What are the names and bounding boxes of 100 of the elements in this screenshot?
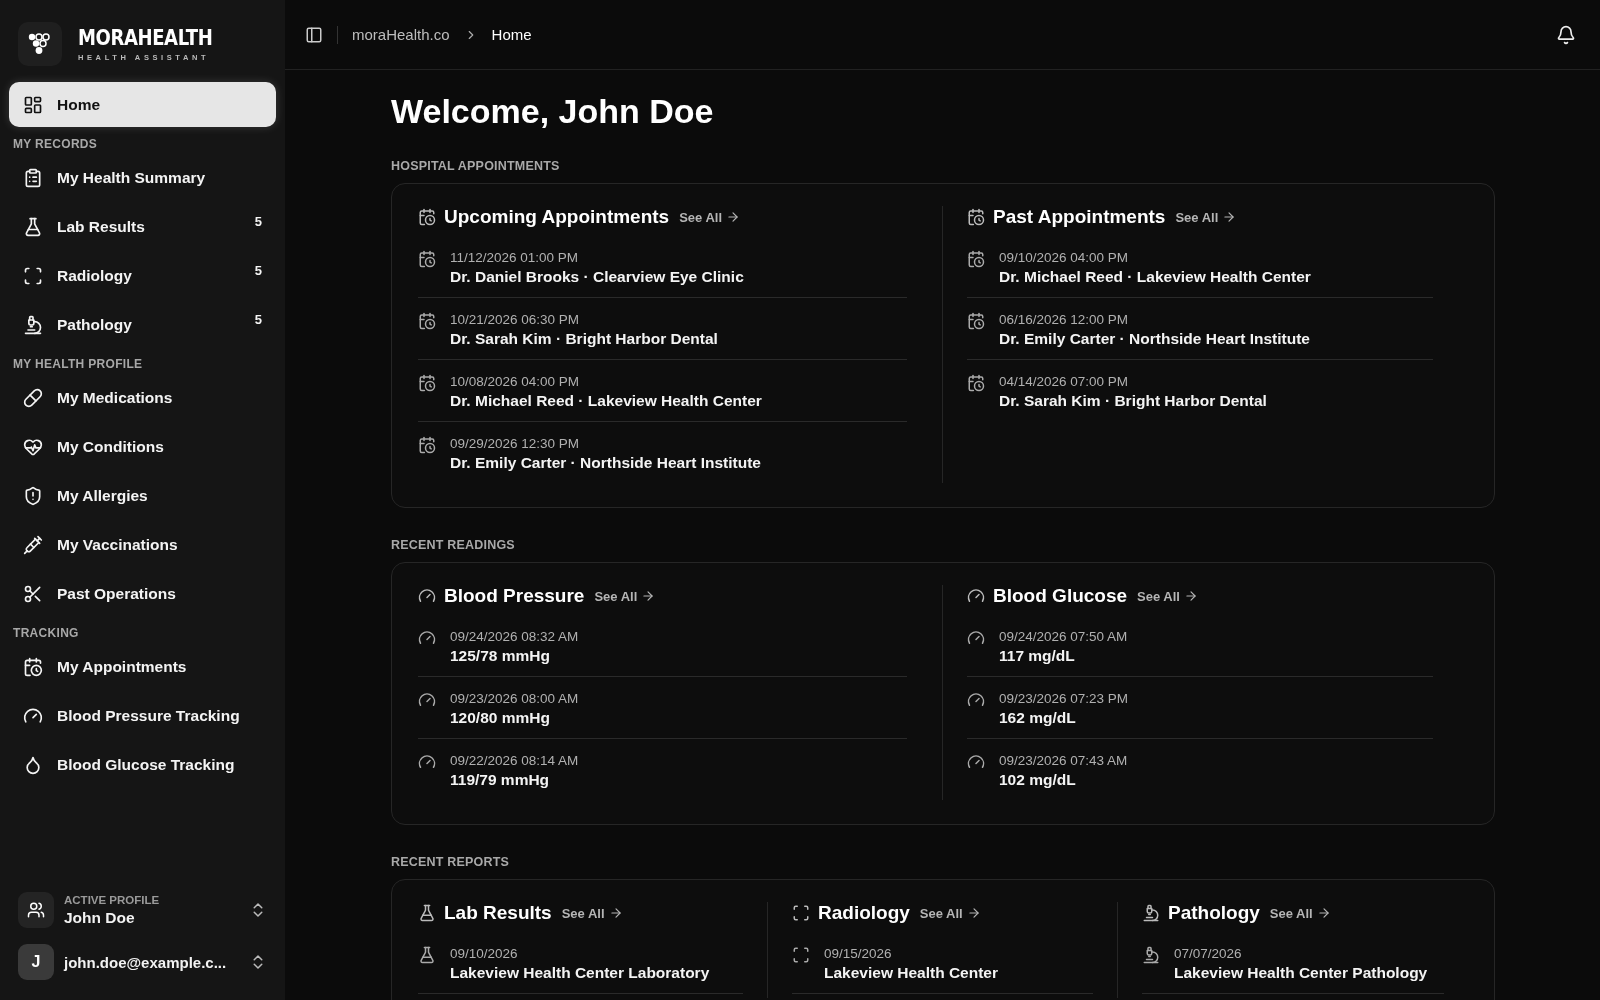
welcome-title: Welcome, John Doe — [391, 92, 715, 131]
item-count: 5 — [254, 263, 262, 278]
shield-alert-icon — [23, 485, 43, 506]
nav-item[interactable]: Past Operations — [9, 571, 276, 616]
gauge-icon — [967, 753, 985, 771]
nav-section-title: MY RECORDS — [12, 136, 99, 153]
microscope-icon — [1142, 946, 1160, 964]
logo-icon — [27, 31, 53, 57]
row-date: 09/10/2026 — [450, 946, 519, 961]
row-detail: Lakeview Health Center Pathology — [1174, 964, 1428, 982]
row-detail: 117 mg/dL — [999, 647, 1076, 665]
see-all-link[interactable]: See All — [1269, 905, 1331, 921]
gauge-icon — [967, 629, 985, 647]
nav-item[interactable]: Blood Glucose Tracking — [9, 742, 276, 787]
syringe-icon — [23, 534, 43, 555]
row-detail: Dr. Sarah Kim · Bright Harbor Dental — [450, 330, 718, 348]
row-detail: 102 mg/dL — [999, 771, 1077, 789]
row-detail: Dr. Emily Carter · Northside Heart Institute — [999, 330, 1310, 348]
users-icon — [27, 901, 45, 919]
avatar: J — [18, 944, 54, 980]
panel-title: Upcoming Appointments — [444, 206, 670, 228]
calendar-clock-icon — [418, 208, 436, 226]
row-detail: Dr. Michael Reed · Lakeview Health Center — [450, 392, 762, 410]
calendar-clock-icon — [418, 374, 436, 392]
row-detail: Dr. Michael Reed · Lakeview Health Center — [999, 268, 1311, 286]
dashboard-icon — [23, 94, 43, 115]
calendar-clock-icon — [418, 436, 436, 454]
row-detail: Lakeview Health Center — [824, 964, 998, 982]
see-all-link[interactable]: See All — [919, 905, 981, 921]
heart-pulse-icon — [23, 436, 43, 457]
panel-title: Blood Glucose — [993, 585, 1128, 607]
row-date: 10/21/2026 06:30 PM — [450, 312, 581, 327]
panel-title: Blood Pressure — [444, 585, 585, 607]
gauge-icon — [418, 753, 436, 771]
see-all-link[interactable]: See All — [594, 588, 656, 604]
sidebar-toggle-icon[interactable] — [305, 25, 323, 44]
section-label: RECENT REPORTS — [391, 855, 511, 869]
nav-item[interactable]: Home — [9, 82, 276, 127]
row-date: 11/12/2026 01:00 PM — [450, 250, 580, 265]
calendar-clock-icon — [23, 656, 43, 677]
nav-item[interactable]: Lab Results 5 — [9, 204, 276, 249]
section-label: RECENT READINGS — [391, 538, 516, 552]
flask-icon — [23, 216, 43, 237]
arrow-right-icon — [608, 906, 623, 920]
row-date: 06/16/2026 12:00 PM — [999, 312, 1130, 327]
gauge-icon — [967, 691, 985, 709]
arrow-right-icon — [1222, 210, 1237, 224]
droplet-icon — [23, 754, 43, 775]
flask-icon — [418, 904, 436, 922]
calendar-clock-icon — [967, 374, 985, 392]
row-date: 04/14/2026 07:00 PM — [999, 374, 1130, 389]
panel-title: Radiology — [818, 902, 910, 924]
item-count: 5 — [254, 214, 262, 229]
row-detail: 125/78 mmHg — [450, 647, 551, 665]
nav-item[interactable]: My Vaccinations — [9, 522, 276, 567]
row-detail: Dr. Emily Carter · Northside Heart Institute — [450, 454, 761, 472]
nav-item[interactable]: My Medications — [9, 375, 276, 420]
scan-frame-icon — [792, 946, 810, 964]
row-date: 09/15/2026 — [824, 946, 893, 961]
nav-item[interactable]: My Allergies — [9, 473, 276, 518]
nav-item[interactable]: My Appointments — [9, 644, 276, 689]
panel-title: Pathology — [1168, 902, 1260, 924]
pill-icon — [23, 387, 43, 408]
profile-caption: ACTIVE PROFILE — [64, 893, 161, 906]
breadcrumb-link[interactable]: Home — [491, 26, 532, 43]
nav-item[interactable]: Blood Pressure Tracking — [9, 693, 276, 738]
calendar-clock-icon — [418, 312, 436, 330]
panel-title: Past Appointments — [993, 206, 1166, 228]
microscope-icon — [1142, 904, 1160, 922]
item-count: 5 — [254, 312, 262, 327]
row-detail: 162 mg/dL — [999, 709, 1077, 727]
see-all-link[interactable]: See All — [1137, 588, 1198, 604]
arrow-right-icon — [726, 210, 741, 224]
see-all-link[interactable]: See All — [679, 209, 741, 225]
gauge-icon — [418, 629, 436, 647]
row-detail: Dr. Daniel Brooks · Clearview Eye Clinic — [450, 268, 744, 286]
calendar-clock-icon — [418, 250, 436, 268]
row-date: 09/23/2026 07:23 PM — [999, 691, 1129, 706]
row-date: 09/23/2026 07:43 AM — [999, 753, 1128, 768]
scissors-icon — [23, 583, 43, 604]
calendar-clock-icon — [967, 312, 985, 330]
nav-section-title: MY HEALTH PROFILE — [12, 356, 144, 373]
breadcrumb-link[interactable]: moraHealth.co — [352, 26, 450, 43]
nav-item[interactable]: Pathology 5 — [9, 302, 276, 347]
nav-item[interactable]: My Health Summary — [9, 155, 276, 200]
calendar-clock-icon — [967, 208, 985, 226]
nav-section-title: TRACKING — [12, 625, 80, 642]
row-date: 09/24/2026 08:32 AM — [450, 629, 579, 644]
nav-item[interactable]: Radiology 5 — [9, 253, 276, 298]
see-all-link[interactable]: See All — [561, 905, 623, 921]
row-date: 10/08/2026 04:00 PM — [450, 374, 581, 389]
row-detail: Lakeview Health Center Laboratory — [450, 964, 710, 982]
gauge-icon — [967, 587, 985, 605]
account-email: john.doe@example.c... — [64, 953, 228, 971]
row-date: 07/07/2026 — [1174, 946, 1243, 961]
see-all-link[interactable]: See All — [1175, 209, 1237, 225]
nav-item[interactable]: My Conditions — [9, 424, 276, 469]
scan-frame-icon — [23, 265, 43, 286]
bell-icon[interactable] — [1556, 24, 1576, 45]
row-detail: 120/80 mmHg — [450, 709, 551, 727]
